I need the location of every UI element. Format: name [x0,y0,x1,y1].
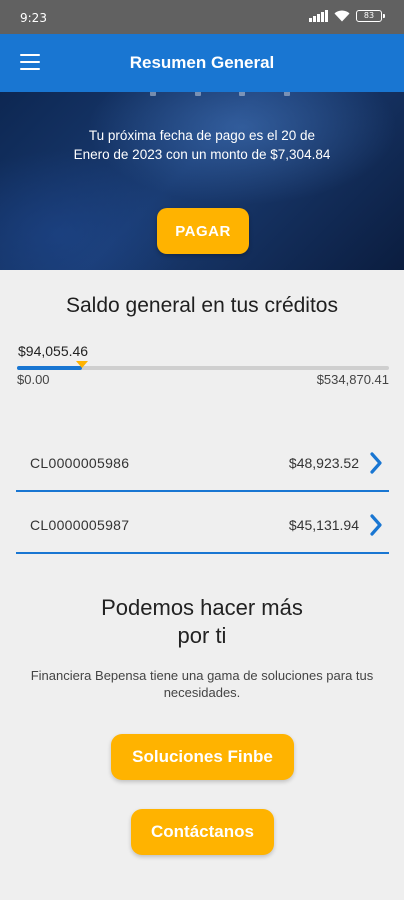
balance-current: $94,055.46 [18,343,89,359]
promo-title-line1: Podemos hacer más [101,595,303,620]
credit-id: CL0000005987 [30,517,130,533]
wifi-icon [334,10,350,22]
balance-title: Saldo general en tus créditos [65,294,338,317]
next-payment-message: Tu próxima fecha de pago es el 20 de Ene… [73,128,331,162]
balance-progress-marker [76,361,89,368]
chevron-right-icon[interactable] [369,514,383,536]
signal-icon [309,10,328,22]
app-bar: Resumen General [0,34,404,92]
chevron-right-icon[interactable] [369,452,383,474]
balance-range-max: $534,870.41 [316,372,389,387]
credit-id: CL0000005986 [30,455,130,471]
credit-row[interactable]: CL0000005986 $48,923.52 [16,434,389,492]
solutions-button[interactable]: Soluciones Finbe [111,734,294,780]
status-bar: 9:23 83 [0,0,404,34]
contact-button[interactable]: Contáctanos [131,809,274,855]
promo-text: Financiera Bepensa tiene una gama de sol… [30,668,374,700]
balance-progress-fill [17,366,83,370]
balance-range-min: $0.00 [17,372,50,387]
payment-banner: Tu próxima fecha de pago es el 20 de Ene… [0,92,404,270]
credit-amount: $45,131.94 [288,517,359,533]
status-icons: 83 [309,10,385,22]
credit-amount: $48,923.52 [288,455,359,471]
balance-progress-bar [17,361,389,370]
promo-title: Podemos hacer más por ti [0,594,404,650]
pay-button[interactable]: PAGAR [157,208,249,254]
banner-decoration [150,92,290,96]
status-time: 9:23 [20,11,47,25]
battery-icon: 83 [356,10,385,22]
page-title: Resumen General [129,53,275,72]
credit-row[interactable]: CL0000005987 $45,131.94 [16,496,389,554]
promo-title-line2: por ti [177,623,227,648]
